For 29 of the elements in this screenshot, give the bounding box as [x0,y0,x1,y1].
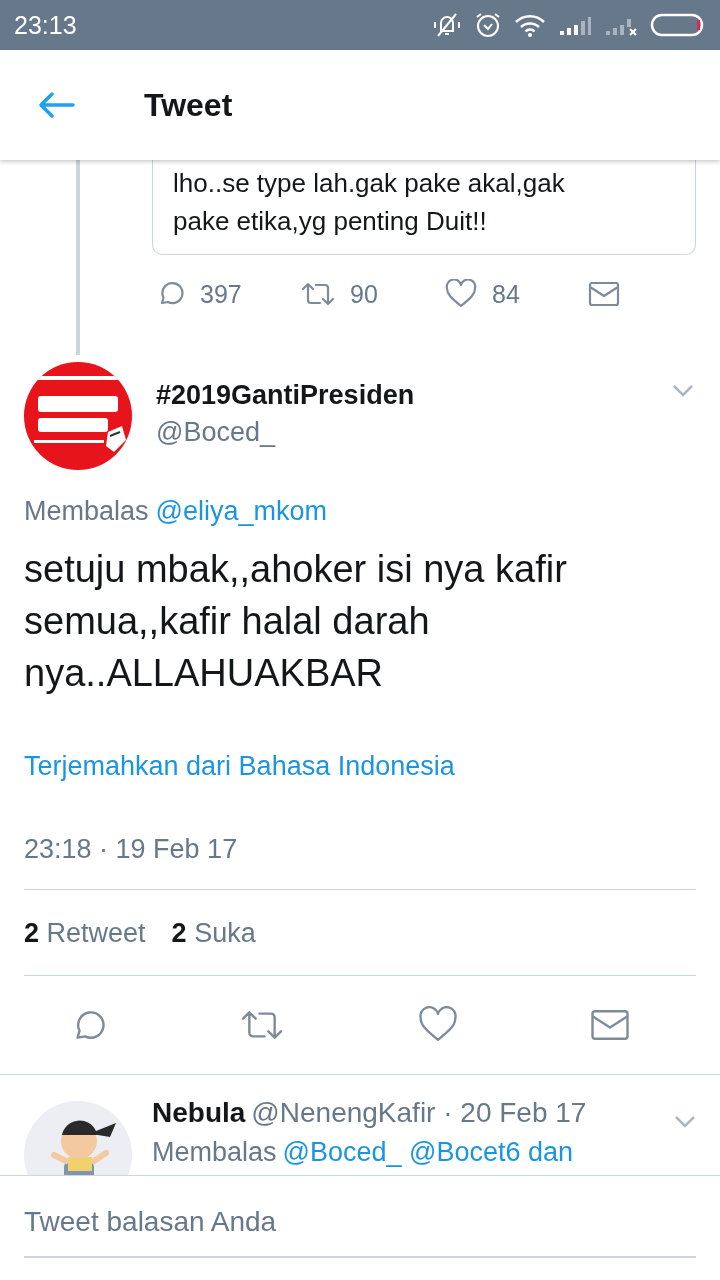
status-time: 23:13 [14,10,77,40]
quoted-tweet-text: lho..se type lah.gak pake akal,gak pake etika,yg penting Duit!! [173,167,566,238]
replying-to-label: Membalas [24,496,149,527]
stat-count[interactable]: 2 Retweet [24,918,146,949]
display-name[interactable]: Nebula [152,1097,246,1129]
mute-icon [432,12,462,38]
heart-icon[interactable] [416,1006,459,1044]
battery-icon [650,13,706,37]
tweet-text: setuju mbak,,ahoker isi nya kafir semua,,kafir halal darah nya..ALLAHUAKBAR [24,547,568,696]
alarm-icon [474,11,502,39]
retweet-count: 90 [350,279,378,309]
reply-input-field[interactable]: Tweet balasan Anda [24,1196,696,1258]
mail-icon[interactable] [590,1008,630,1042]
quoted-tweet-card[interactable]: lho..se type lah.gak pake akal,gak pake etika,yg penting Duit!! [152,160,696,255]
like-count: 84 [492,279,520,309]
username-and-date: @NenengKafir · 20 Feb 17 [251,1097,587,1129]
display-name[interactable]: #2019GantiPresiden [156,380,672,411]
heart-icon[interactable] [444,279,478,309]
reply-count: 397 [200,279,242,309]
wifi-icon [514,13,546,37]
back-arrow-icon[interactable] [38,91,76,119]
username[interactable]: @Boced_ [156,417,672,448]
stat-count[interactable]: 2 Suka [171,918,256,949]
chevron-down-icon[interactable] [672,384,694,398]
chevron-down-icon[interactable] [674,1115,696,1129]
page-title: Tweet [144,86,233,124]
replying-to-label: Membalas [152,1137,277,1168]
timestamp: 23:18 · 19 Feb 17 [24,834,696,890]
mail-icon[interactable] [588,281,620,307]
